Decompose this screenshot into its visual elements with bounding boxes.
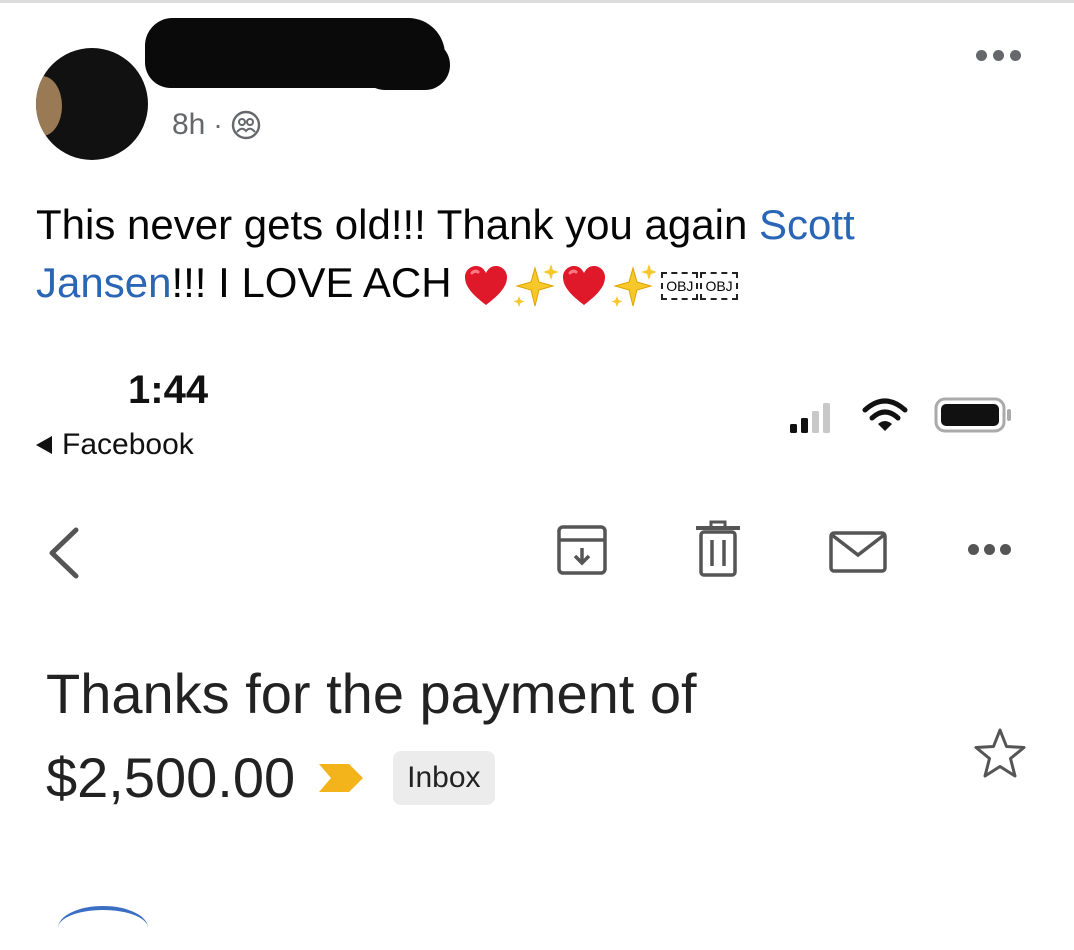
profile-avatar[interactable] [36,48,148,160]
wifi-icon [862,398,908,431]
post-text: This never gets old!!! Thank you again S… [36,196,1026,312]
sender-avatar-partial [58,906,148,950]
status-bar-icons [788,396,1014,434]
more-icon[interactable] [968,544,1011,555]
inbox-label-chip[interactable]: Inbox [393,751,495,805]
more-dot [993,50,1004,61]
archive-icon[interactable] [556,524,608,576]
subject-row: $2,500.00 Inbox [46,736,926,820]
name-redaction-extension [360,40,450,90]
delete-icon[interactable] [692,520,744,578]
more-dot [1010,50,1021,61]
post-time[interactable]: 8h [172,108,205,142]
subject-amount: $2,500.00 [46,746,296,809]
star-icon[interactable] [972,726,1028,782]
object-placeholder: OBJ [661,271,699,300]
back-app-label: Facebook [62,428,194,461]
more-dot [968,544,979,555]
mark-unread-icon[interactable] [828,530,888,574]
signal-icon [790,403,830,433]
post-text-start: This never gets old!!! Thank you again [36,201,759,248]
sparkles-icon [611,263,658,307]
object-placeholder: OBJ [700,271,738,300]
importance-marker-icon[interactable] [317,762,365,794]
post-more-options[interactable] [976,50,1021,61]
subject-line: Thanks for the payment of [46,662,697,725]
more-dot [1000,544,1011,555]
more-dot [984,544,995,555]
post-text-end: !!! I LOVE ACH [171,259,464,306]
battery-icon [934,397,1011,433]
back-triangle-icon [36,436,52,454]
post-meta: 8h · [172,108,261,142]
phone-clock: 1:44 [128,368,209,412]
more-dot [976,50,987,61]
sparkles-icon [513,263,560,307]
meta-separator: · [213,109,223,140]
back-to-app[interactable]: Facebook [36,428,194,462]
top-divider [0,0,1074,3]
red-heart-icon [465,265,508,305]
red-heart-icon [563,265,606,305]
email-subject: Thanks for the payment of $2,500.00 Inbo… [46,652,926,820]
back-arrow-icon[interactable] [40,526,88,580]
friends-icon [231,110,260,140]
